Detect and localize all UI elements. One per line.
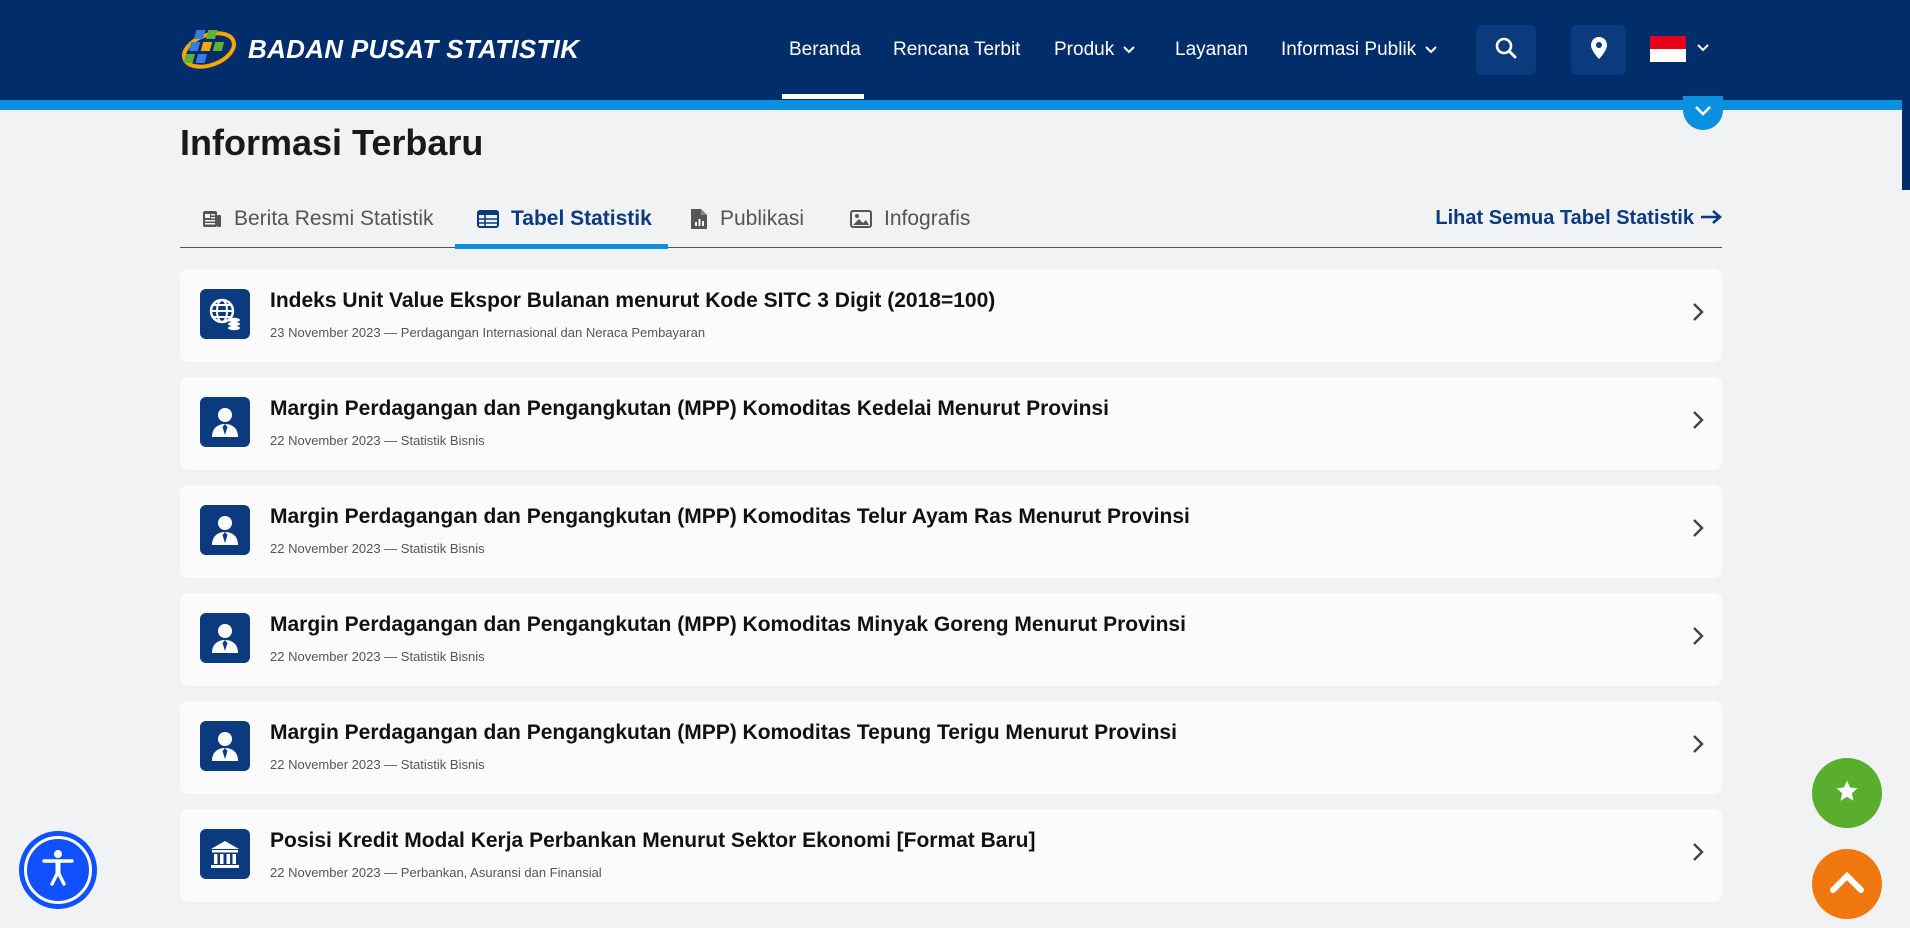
item-meta: 22 November 2023 — Statistik Bisnis xyxy=(270,433,485,448)
table-icon xyxy=(477,210,499,228)
nav-label: Rencana Terbit xyxy=(893,39,1021,60)
item-title: Indeks Unit Value Ekspor Bulanan menurut… xyxy=(270,289,996,312)
chevron-right-icon xyxy=(1692,302,1704,327)
list-item[interactable]: Margin Perdagangan dan Pengangkutan (MPP… xyxy=(180,485,1722,578)
brand-name: BADAN PUSAT STATISTIK xyxy=(248,33,580,64)
image-icon xyxy=(850,210,872,228)
scrollbar-thumb[interactable] xyxy=(1902,0,1910,190)
bps-logo[interactable]: BADAN PUSAT STATISTIK xyxy=(180,24,579,74)
businessman-icon xyxy=(200,505,250,555)
tab-label: Berita Resmi Statistik xyxy=(234,207,434,230)
tab-publikasi[interactable]: Publikasi xyxy=(668,190,826,248)
location-button[interactable] xyxy=(1571,25,1626,75)
collapse-header-button[interactable] xyxy=(1683,96,1723,130)
document-chart-icon xyxy=(690,208,708,230)
nav-informasi-publik[interactable]: Informasi Publik xyxy=(1281,0,1438,100)
nav-rencana-terbit[interactable]: Rencana Terbit xyxy=(893,0,1020,100)
chevron-right-icon xyxy=(1692,518,1704,543)
chevron-right-icon xyxy=(1692,734,1704,759)
bps-logo-icon xyxy=(180,24,238,74)
star-icon xyxy=(1835,779,1859,808)
news-icon xyxy=(202,209,222,229)
item-meta: 22 November 2023 — Statistik Bisnis xyxy=(270,757,485,772)
item-title: Margin Perdagangan dan Pengangkutan (MPP… xyxy=(270,505,1190,528)
list-item[interactable]: Margin Perdagangan dan Pengangkutan (MPP… xyxy=(180,377,1722,470)
accessibility-icon xyxy=(41,849,75,892)
chevron-up-icon xyxy=(1829,870,1865,899)
tab-infografis[interactable]: Infografis xyxy=(828,190,992,248)
item-meta: 22 November 2023 — Statistik Bisnis xyxy=(270,649,485,664)
arrow-right-icon xyxy=(1700,204,1722,232)
tab-label: Publikasi xyxy=(720,207,805,230)
item-title: Posisi Kredit Modal Kerja Perbankan Menu… xyxy=(270,829,1036,852)
item-title: Margin Perdagangan dan Pengangkutan (MPP… xyxy=(270,397,1109,420)
scroll-to-top-button[interactable] xyxy=(1812,849,1882,919)
tab-tabel-statistik[interactable]: Tabel Statistik xyxy=(455,190,674,248)
nav-label: Informasi Publik xyxy=(1281,39,1417,60)
globe-coins-icon xyxy=(200,289,250,339)
see-all-link[interactable]: Lihat Semua Tabel Statistik xyxy=(1435,204,1722,232)
search-button[interactable] xyxy=(1476,25,1536,75)
language-selector[interactable] xyxy=(1650,36,1710,62)
tab-label: Tabel Statistik xyxy=(511,207,652,230)
nav-beranda[interactable]: Beranda xyxy=(789,0,861,100)
accessibility-button[interactable] xyxy=(19,831,97,909)
item-meta: 22 November 2023 — Perbankan, Asuransi d… xyxy=(270,865,602,880)
bank-icon xyxy=(200,829,250,879)
nav-label: Beranda xyxy=(789,39,861,60)
section-title: Informasi Terbaru xyxy=(180,122,484,163)
chevron-right-icon xyxy=(1692,410,1704,435)
nav-active-indicator xyxy=(782,94,864,99)
nav-label: Produk xyxy=(1054,39,1115,60)
item-meta: 23 November 2023 — Perdagangan Internasi… xyxy=(270,325,706,340)
businessman-icon xyxy=(200,613,250,663)
chevron-right-icon xyxy=(1692,626,1704,651)
favorite-button[interactable] xyxy=(1812,758,1882,828)
list-item[interactable]: Indeks Unit Value Ekspor Bulanan menurut… xyxy=(180,269,1722,362)
see-all-label: Lihat Semua Tabel Statistik xyxy=(1435,206,1694,229)
tab-label: Infografis xyxy=(884,207,971,230)
header-accent-stripe xyxy=(0,100,1910,110)
list-item[interactable]: Margin Perdagangan dan Pengangkutan (MPP… xyxy=(180,701,1722,794)
list-item[interactable]: Margin Perdagangan dan Pengangkutan (MPP… xyxy=(180,593,1722,686)
businessman-icon xyxy=(200,397,250,447)
nav-label: Layanan xyxy=(1175,39,1248,60)
map-pin-icon xyxy=(1590,36,1608,65)
businessman-icon xyxy=(200,721,250,771)
accessibility-ring xyxy=(24,836,92,904)
nav-produk[interactable]: Produk xyxy=(1054,0,1136,100)
site-header: BADAN PUSAT STATISTIK Beranda Rencana Te… xyxy=(0,0,1910,100)
chevron-down-icon xyxy=(1424,39,1438,61)
chevron-down-icon xyxy=(1696,40,1710,58)
indonesia-flag-icon xyxy=(1650,36,1686,62)
search-icon xyxy=(1495,37,1517,64)
nav-layanan[interactable]: Layanan xyxy=(1175,0,1248,100)
chevron-right-icon xyxy=(1692,842,1704,867)
chevron-down-icon xyxy=(1122,39,1136,61)
list-item[interactable]: Posisi Kredit Modal Kerja Perbankan Menu… xyxy=(180,809,1722,902)
item-meta: 22 November 2023 — Statistik Bisnis xyxy=(270,541,485,556)
tab-berita-resmi-statistik[interactable]: Berita Resmi Statistik xyxy=(180,190,456,248)
active-tab-indicator xyxy=(455,244,668,249)
item-title: Margin Perdagangan dan Pengangkutan (MPP… xyxy=(270,613,1186,636)
item-title: Margin Perdagangan dan Pengangkutan (MPP… xyxy=(270,721,1177,744)
statistic-table-list: Indeks Unit Value Ekspor Bulanan menurut… xyxy=(180,269,1722,917)
chevron-down-icon xyxy=(1694,104,1712,122)
